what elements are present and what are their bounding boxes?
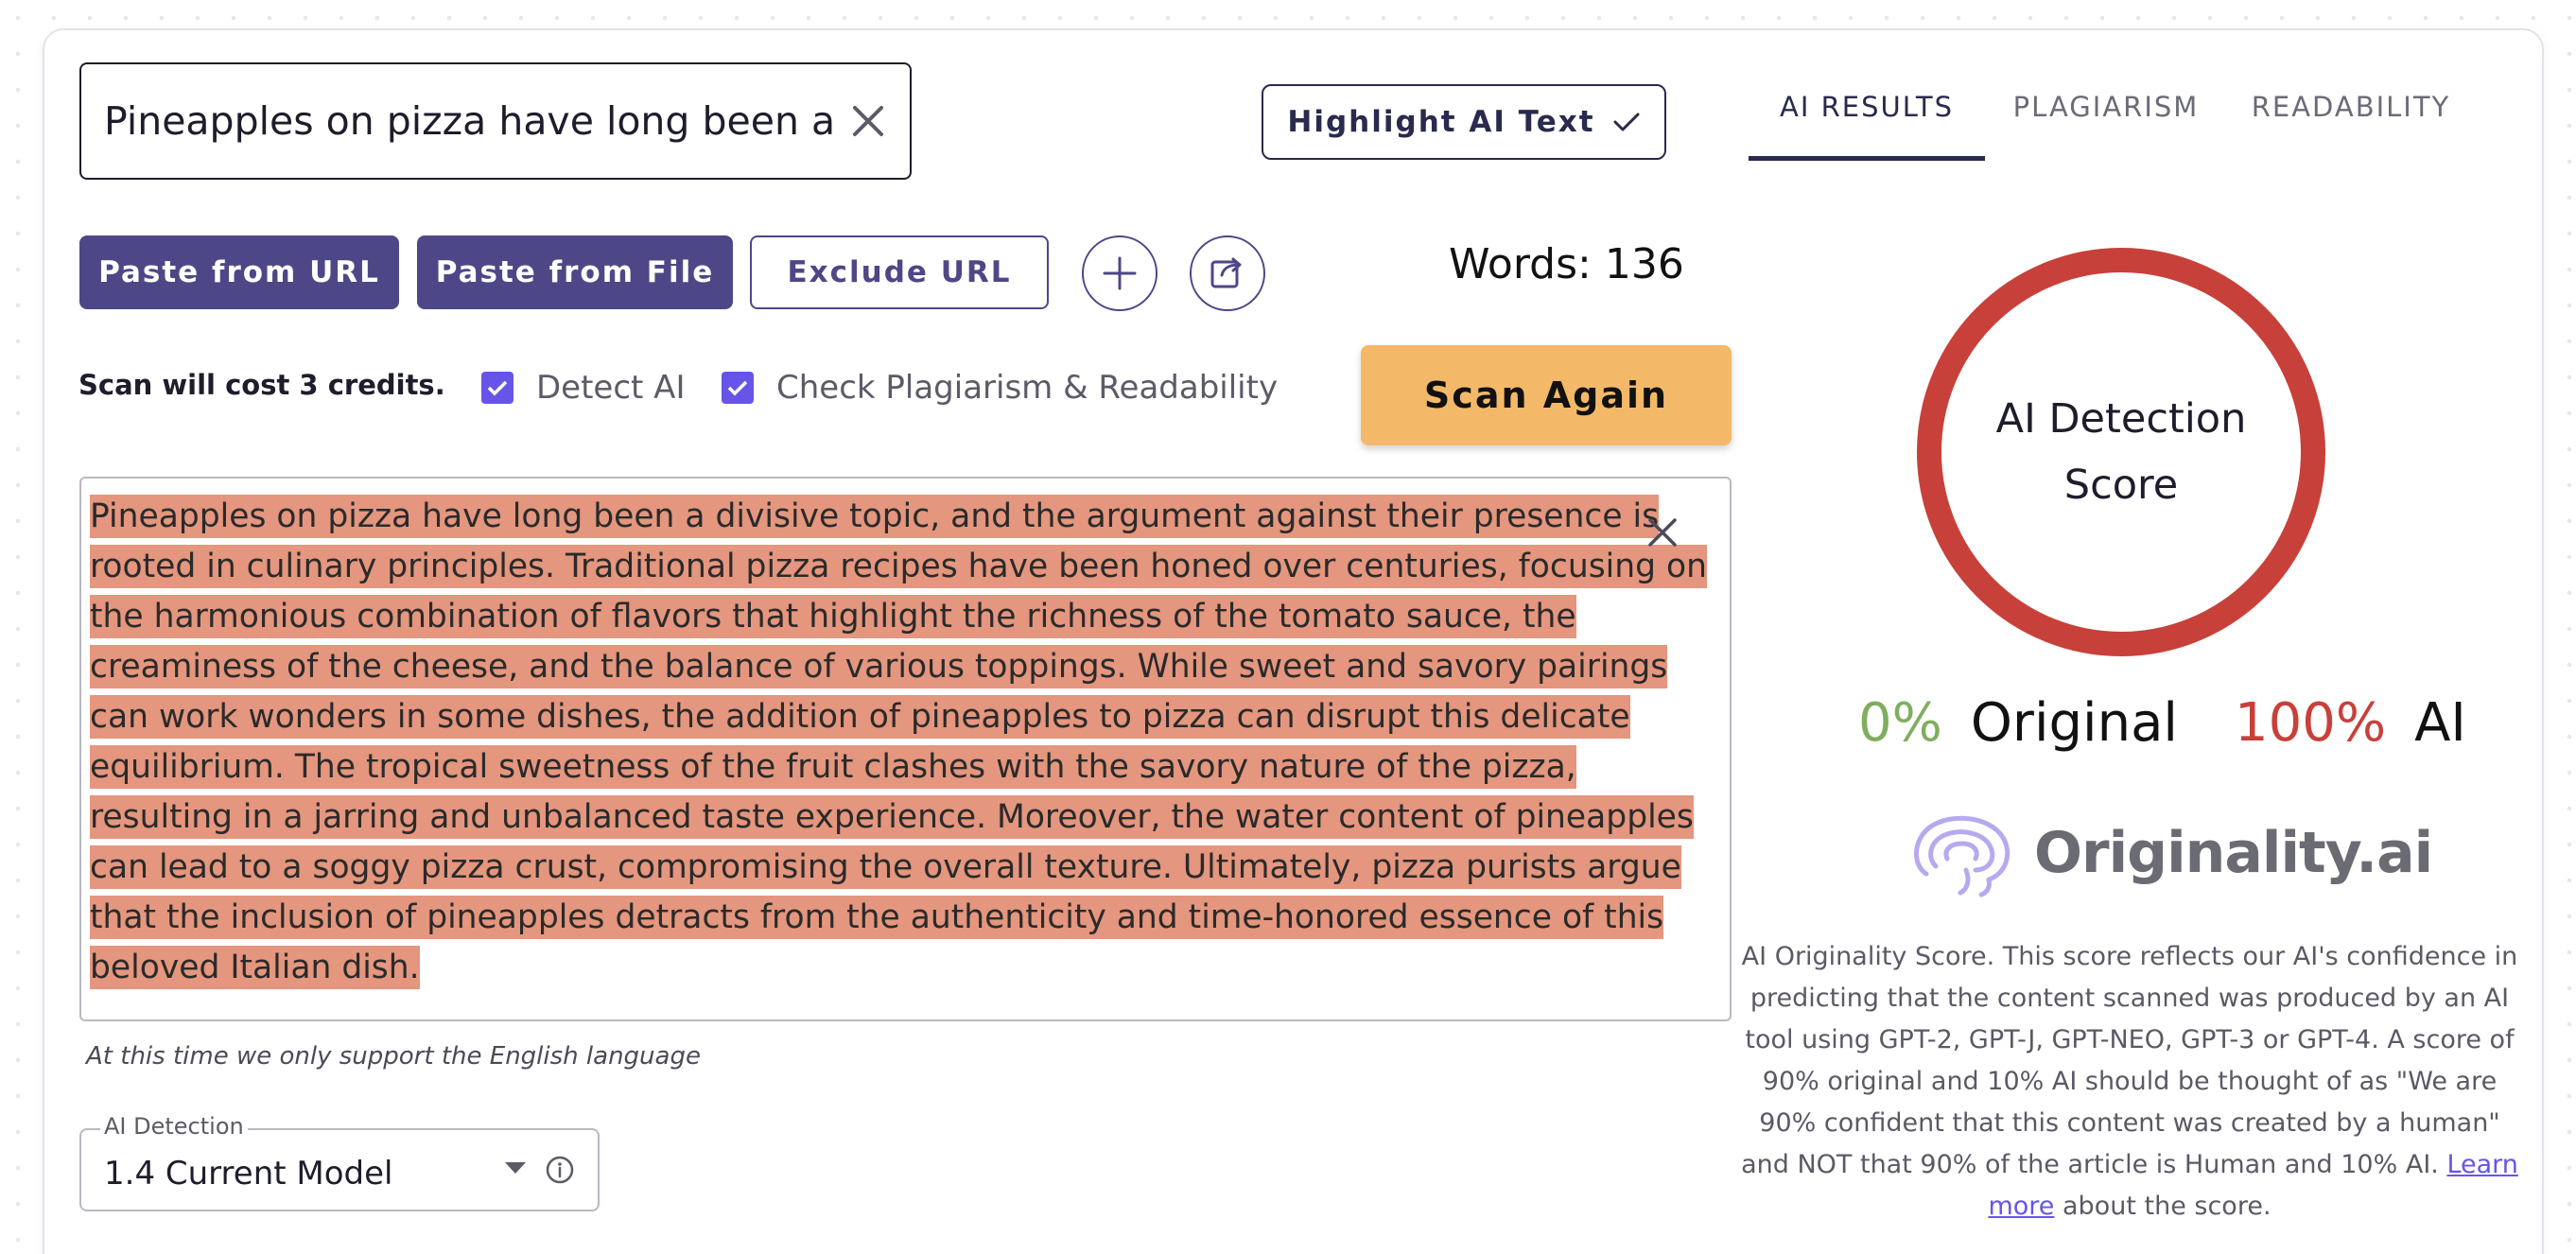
score-summary: 0% Original 100% AI bbox=[1858, 692, 2520, 754]
exclude-url-button[interactable]: Exclude URL bbox=[750, 235, 1049, 309]
clear-title-icon[interactable] bbox=[851, 104, 885, 138]
detect-ai-checkbox[interactable] bbox=[481, 372, 513, 404]
paste-from-url-button[interactable]: Paste from URL bbox=[79, 235, 399, 309]
ai-detection-model-select[interactable]: AI Detection 1.4 Current Model bbox=[79, 1113, 600, 1211]
originality-logo: Originality.ai bbox=[1907, 801, 2433, 905]
check-plagiarism-checkbox[interactable] bbox=[722, 372, 754, 404]
scan-again-button[interactable]: Scan Again bbox=[1361, 345, 1732, 445]
select-legend: AI Detection bbox=[100, 1113, 248, 1140]
tab-plagiarism[interactable]: PLAGIARISM bbox=[1985, 62, 2227, 161]
exclude-url-label: Exclude URL bbox=[787, 255, 1012, 289]
scan-again-label: Scan Again bbox=[1423, 374, 1669, 416]
paste-from-file-label: Paste from File bbox=[435, 255, 715, 289]
ai-percent: 100% bbox=[2234, 692, 2387, 754]
original-label: Original bbox=[1970, 692, 2178, 754]
tab-ai-results-label: AI RESULTS bbox=[1779, 91, 1954, 123]
share-button[interactable] bbox=[1190, 235, 1265, 311]
clear-content-icon[interactable] bbox=[1646, 516, 1679, 549]
word-count: Words: 136 bbox=[1449, 240, 1684, 288]
caret-down-icon[interactable] bbox=[505, 1162, 526, 1174]
brain-logo-icon bbox=[1914, 815, 2010, 897]
share-icon bbox=[1210, 257, 1242, 288]
paste-from-file-button[interactable]: Paste from File bbox=[417, 235, 733, 309]
score-description: AI Originality Score. This score reflect… bbox=[1737, 936, 2522, 1228]
title-field[interactable] bbox=[79, 62, 912, 180]
highlight-ai-text-button[interactable]: Highlight AI Text bbox=[1262, 84, 1666, 160]
original-percent: 0% bbox=[1858, 692, 1942, 754]
scan-cost-text: Scan will cost 3 credits. bbox=[78, 369, 445, 401]
highlight-ai-text-label: Highlight AI Text bbox=[1287, 105, 1595, 139]
checkmark-icon bbox=[727, 380, 748, 396]
ai-highlighted-text: Pineapples on pizza have long been a div… bbox=[90, 495, 1707, 989]
select-value: 1.4 Current Model bbox=[104, 1155, 393, 1193]
description-tail: about the score. bbox=[2063, 1192, 2271, 1221]
results-tabs: AI RESULTS PLAGIARISM READABILITY bbox=[1749, 62, 2505, 161]
ai-label: AI bbox=[2414, 692, 2466, 754]
tab-ai-results[interactable]: AI RESULTS bbox=[1749, 62, 1985, 161]
info-icon[interactable] bbox=[545, 1155, 575, 1185]
tab-plagiarism-label: PLAGIARISM bbox=[2012, 91, 2200, 123]
ai-score-ring: AI Detection Score bbox=[1917, 248, 2325, 656]
editor-text[interactable]: Pineapples on pizza have long been a div… bbox=[90, 492, 1716, 993]
title-input[interactable] bbox=[104, 98, 832, 144]
check-plagiarism-label: Check Plagiarism & Readability bbox=[776, 369, 1279, 407]
plus-icon bbox=[1103, 256, 1137, 290]
ring-label: AI Detection Score bbox=[1995, 395, 2247, 509]
check-plagiarism-option[interactable]: Check Plagiarism & Readability bbox=[722, 369, 1278, 407]
language-note: At this time we only support the English… bbox=[86, 1042, 701, 1071]
tab-readability-label: READABILITY bbox=[2251, 91, 2451, 123]
detect-ai-label: Detect AI bbox=[536, 369, 686, 407]
scan-card: Highlight AI Text Paste from URL Paste f… bbox=[43, 28, 2544, 1254]
checkmark-icon bbox=[1613, 113, 1640, 131]
tab-readability[interactable]: READABILITY bbox=[2227, 62, 2475, 161]
content-editor[interactable]: Pineapples on pizza have long been a div… bbox=[79, 477, 1732, 1021]
brand-name: Originality.ai bbox=[2034, 820, 2433, 886]
add-button[interactable] bbox=[1082, 235, 1157, 311]
description-text: AI Originality Score. This score reflect… bbox=[1741, 942, 2518, 1179]
checkmark-icon bbox=[487, 380, 508, 396]
detect-ai-option[interactable]: Detect AI bbox=[481, 369, 685, 407]
paste-from-url-label: Paste from URL bbox=[98, 255, 380, 289]
